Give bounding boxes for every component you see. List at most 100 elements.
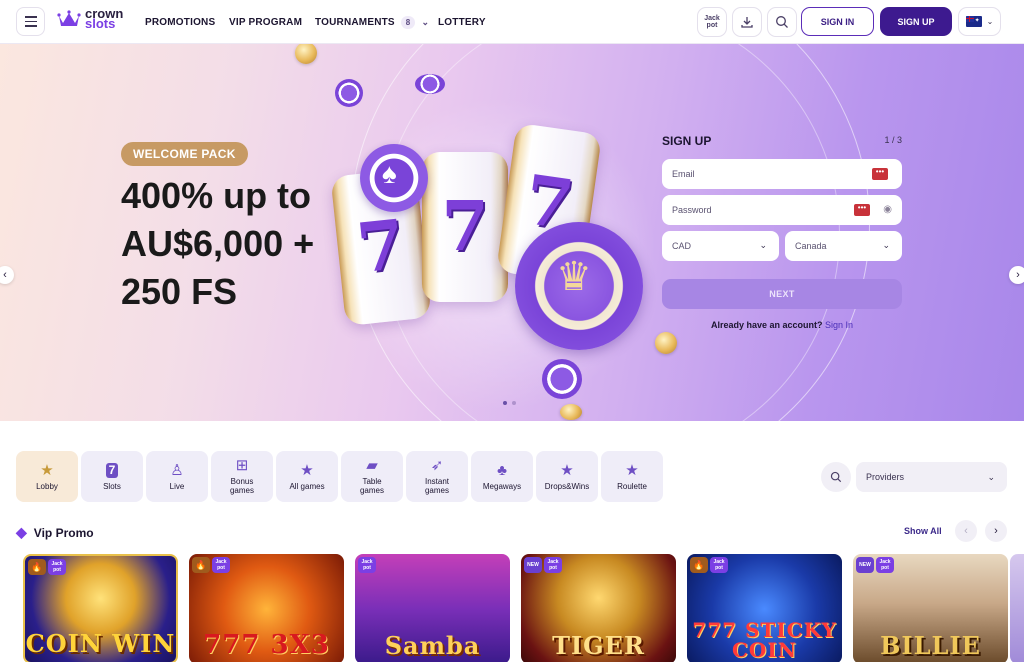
hot-badge: 🔥 xyxy=(192,557,210,573)
hot-badge: 🔥 xyxy=(690,557,708,573)
star-icon: ★ xyxy=(625,461,639,479)
logo-text: crown slots xyxy=(85,7,123,30)
chip-icon xyxy=(415,74,445,94)
game-badges: NEW Jack pot xyxy=(856,557,894,573)
jackpot-button[interactable]: Jack pot xyxy=(697,7,727,37)
password-manager-icon[interactable]: ••• xyxy=(872,168,888,180)
password-field[interactable]: Password ••• ◉ xyxy=(662,195,902,225)
carousel-next-button[interactable]: › xyxy=(985,520,1007,542)
star-icon: ★ xyxy=(40,461,54,479)
category-label: Roulette xyxy=(617,481,647,491)
welcome-pack-badge: WELCOME PACK xyxy=(121,142,248,166)
carousel-prev-button[interactable]: ‹ xyxy=(955,520,977,542)
category-label: Table games xyxy=(359,477,384,495)
hero-prev-arrow[interactable]: ‹ xyxy=(0,266,14,284)
nav-vip-program[interactable]: VIP PROGRAM xyxy=(229,17,315,28)
game-title: TIGER xyxy=(552,631,645,660)
category-megaways[interactable]: ♣ Megaways xyxy=(471,451,533,502)
spade-chip-icon xyxy=(360,144,428,212)
nav-tournaments[interactable]: TOURNAMENTS 8 ⌄ xyxy=(315,15,438,29)
category-bonus-games[interactable]: ⊞ Bonus games xyxy=(211,451,273,502)
currency-value: CAD xyxy=(672,241,692,251)
hot-badge: 🔥 xyxy=(28,559,46,575)
game-search-button[interactable] xyxy=(821,462,851,492)
category-label: Live xyxy=(169,481,185,491)
category-label: Instant games xyxy=(424,477,449,495)
jackpot-badge: Jack pot xyxy=(48,559,66,575)
email-field[interactable]: Email ••• xyxy=(662,159,902,189)
rocket-icon: ➶ xyxy=(430,457,444,474)
category-tabs: ★ Lobby 7 Slots ♙ Live ⊞ Bonus games ★ All ga… xyxy=(16,451,663,502)
download-button[interactable] xyxy=(732,7,762,37)
game-card[interactable]: 🔥 Jack pot COIN WIN xyxy=(23,554,178,662)
password-manager-icon[interactable]: ••• xyxy=(854,204,870,216)
slot-machine-illustration: 7 7 7 xyxy=(295,44,677,420)
slider-dot[interactable] xyxy=(512,401,516,405)
new-badge: NEW xyxy=(856,557,874,573)
vip-promo-heading: ◆ Vip Promo xyxy=(16,524,94,541)
game-badges: 🔥 Jack pot xyxy=(690,557,728,573)
already-account-text: Already have an account? Sign In xyxy=(662,320,902,330)
category-table-games[interactable]: ▰ Table games xyxy=(341,451,403,502)
search-icon xyxy=(776,16,788,28)
game-badges: 🔥 Jack pot xyxy=(28,559,66,575)
game-card[interactable]: NEW Jack pot TIGER xyxy=(521,554,676,662)
search-button[interactable] xyxy=(767,7,797,37)
game-title: BILLIE xyxy=(880,631,981,660)
main-nav: PROMOTIONS VIP PROGRAM TOURNAMENTS 8 ⌄ L… xyxy=(145,0,486,44)
chevron-down-icon: ⌄ xyxy=(987,472,995,482)
logo[interactable]: crown slots xyxy=(57,7,123,30)
tournaments-count-badge: 8 xyxy=(400,15,416,29)
jackpot-badge: Jack pot xyxy=(358,557,376,573)
category-roulette[interactable]: ★ Roulette xyxy=(601,451,663,502)
game-card[interactable]: Jack pot Samba xyxy=(355,554,510,662)
side-promo-tab[interactable] xyxy=(1010,554,1024,662)
nav-lottery[interactable]: LOTTERY xyxy=(438,17,486,28)
vip-promo-title: Vip Promo xyxy=(33,525,94,540)
australia-flag-icon xyxy=(965,16,982,27)
slider-dots xyxy=(503,401,516,405)
category-drops-wins[interactable]: ★ Drops&Wins xyxy=(536,451,598,502)
category-all-games[interactable]: ★ All games xyxy=(276,451,338,502)
category-slots[interactable]: 7 Slots xyxy=(81,451,143,502)
game-card[interactable]: NEW Jack pot BILLIE xyxy=(853,554,1008,662)
crown-chip-icon xyxy=(515,222,643,350)
providers-select[interactable]: Providers ⌄ xyxy=(856,462,1007,492)
currency-select[interactable]: CAD ⌄ xyxy=(662,231,779,261)
jackpot-badge: Jack pot xyxy=(710,557,728,573)
game-title: 777 3X3 xyxy=(203,630,330,660)
next-button[interactable]: NEXT xyxy=(662,279,902,309)
chevron-down-icon: ⌄ xyxy=(421,16,430,27)
hero-next-arrow[interactable]: › xyxy=(1009,266,1024,284)
hero-title: 400% up to AU$6,000 + 250 FS xyxy=(121,175,315,312)
providers-label: Providers xyxy=(866,472,905,482)
vip-games-carousel: 🔥 Jack pot COIN WIN 🔥 Jack pot 777 3X3 J… xyxy=(23,554,1008,662)
already-account-label: Already have an account? xyxy=(710,320,823,330)
game-card[interactable]: 🔥 Jack pot 777 STICKY COIN xyxy=(687,554,842,662)
signup-step: 1 / 3 xyxy=(884,135,902,145)
email-placeholder: Email xyxy=(672,169,695,179)
menu-icon[interactable] xyxy=(16,7,45,36)
slider-dot[interactable] xyxy=(503,401,507,405)
category-label: Slots xyxy=(103,481,121,491)
sign-in-button[interactable]: SIGN IN xyxy=(801,7,874,36)
eye-icon[interactable]: ◉ xyxy=(883,204,892,215)
country-select[interactable]: Canada ⌄ xyxy=(785,231,902,261)
sign-in-link[interactable]: Sign In xyxy=(825,320,853,330)
jackpot-badge: Jack pot xyxy=(544,557,562,573)
category-instant-games[interactable]: ➶ Instant games xyxy=(406,451,468,502)
sign-up-button[interactable]: SIGN UP xyxy=(880,7,952,36)
category-label: Drops&Wins xyxy=(544,481,590,491)
show-all-link[interactable]: Show All xyxy=(904,526,942,536)
category-lobby[interactable]: ★ Lobby xyxy=(16,451,78,502)
cards-icon: ▰ xyxy=(366,457,378,474)
hero-banner: WELCOME PACK 400% up to AU$6,000 + 250 F… xyxy=(0,44,1024,421)
signup-title: SIGN UP xyxy=(662,134,712,148)
language-selector[interactable]: ⌄ xyxy=(958,7,1001,36)
game-card[interactable]: 🔥 Jack pot 777 3X3 xyxy=(189,554,344,662)
category-live[interactable]: ♙ Live xyxy=(146,451,208,502)
coin-icon xyxy=(295,44,317,64)
chip-icon xyxy=(542,359,582,399)
nav-promotions[interactable]: PROMOTIONS xyxy=(145,17,229,28)
download-icon xyxy=(741,17,753,28)
